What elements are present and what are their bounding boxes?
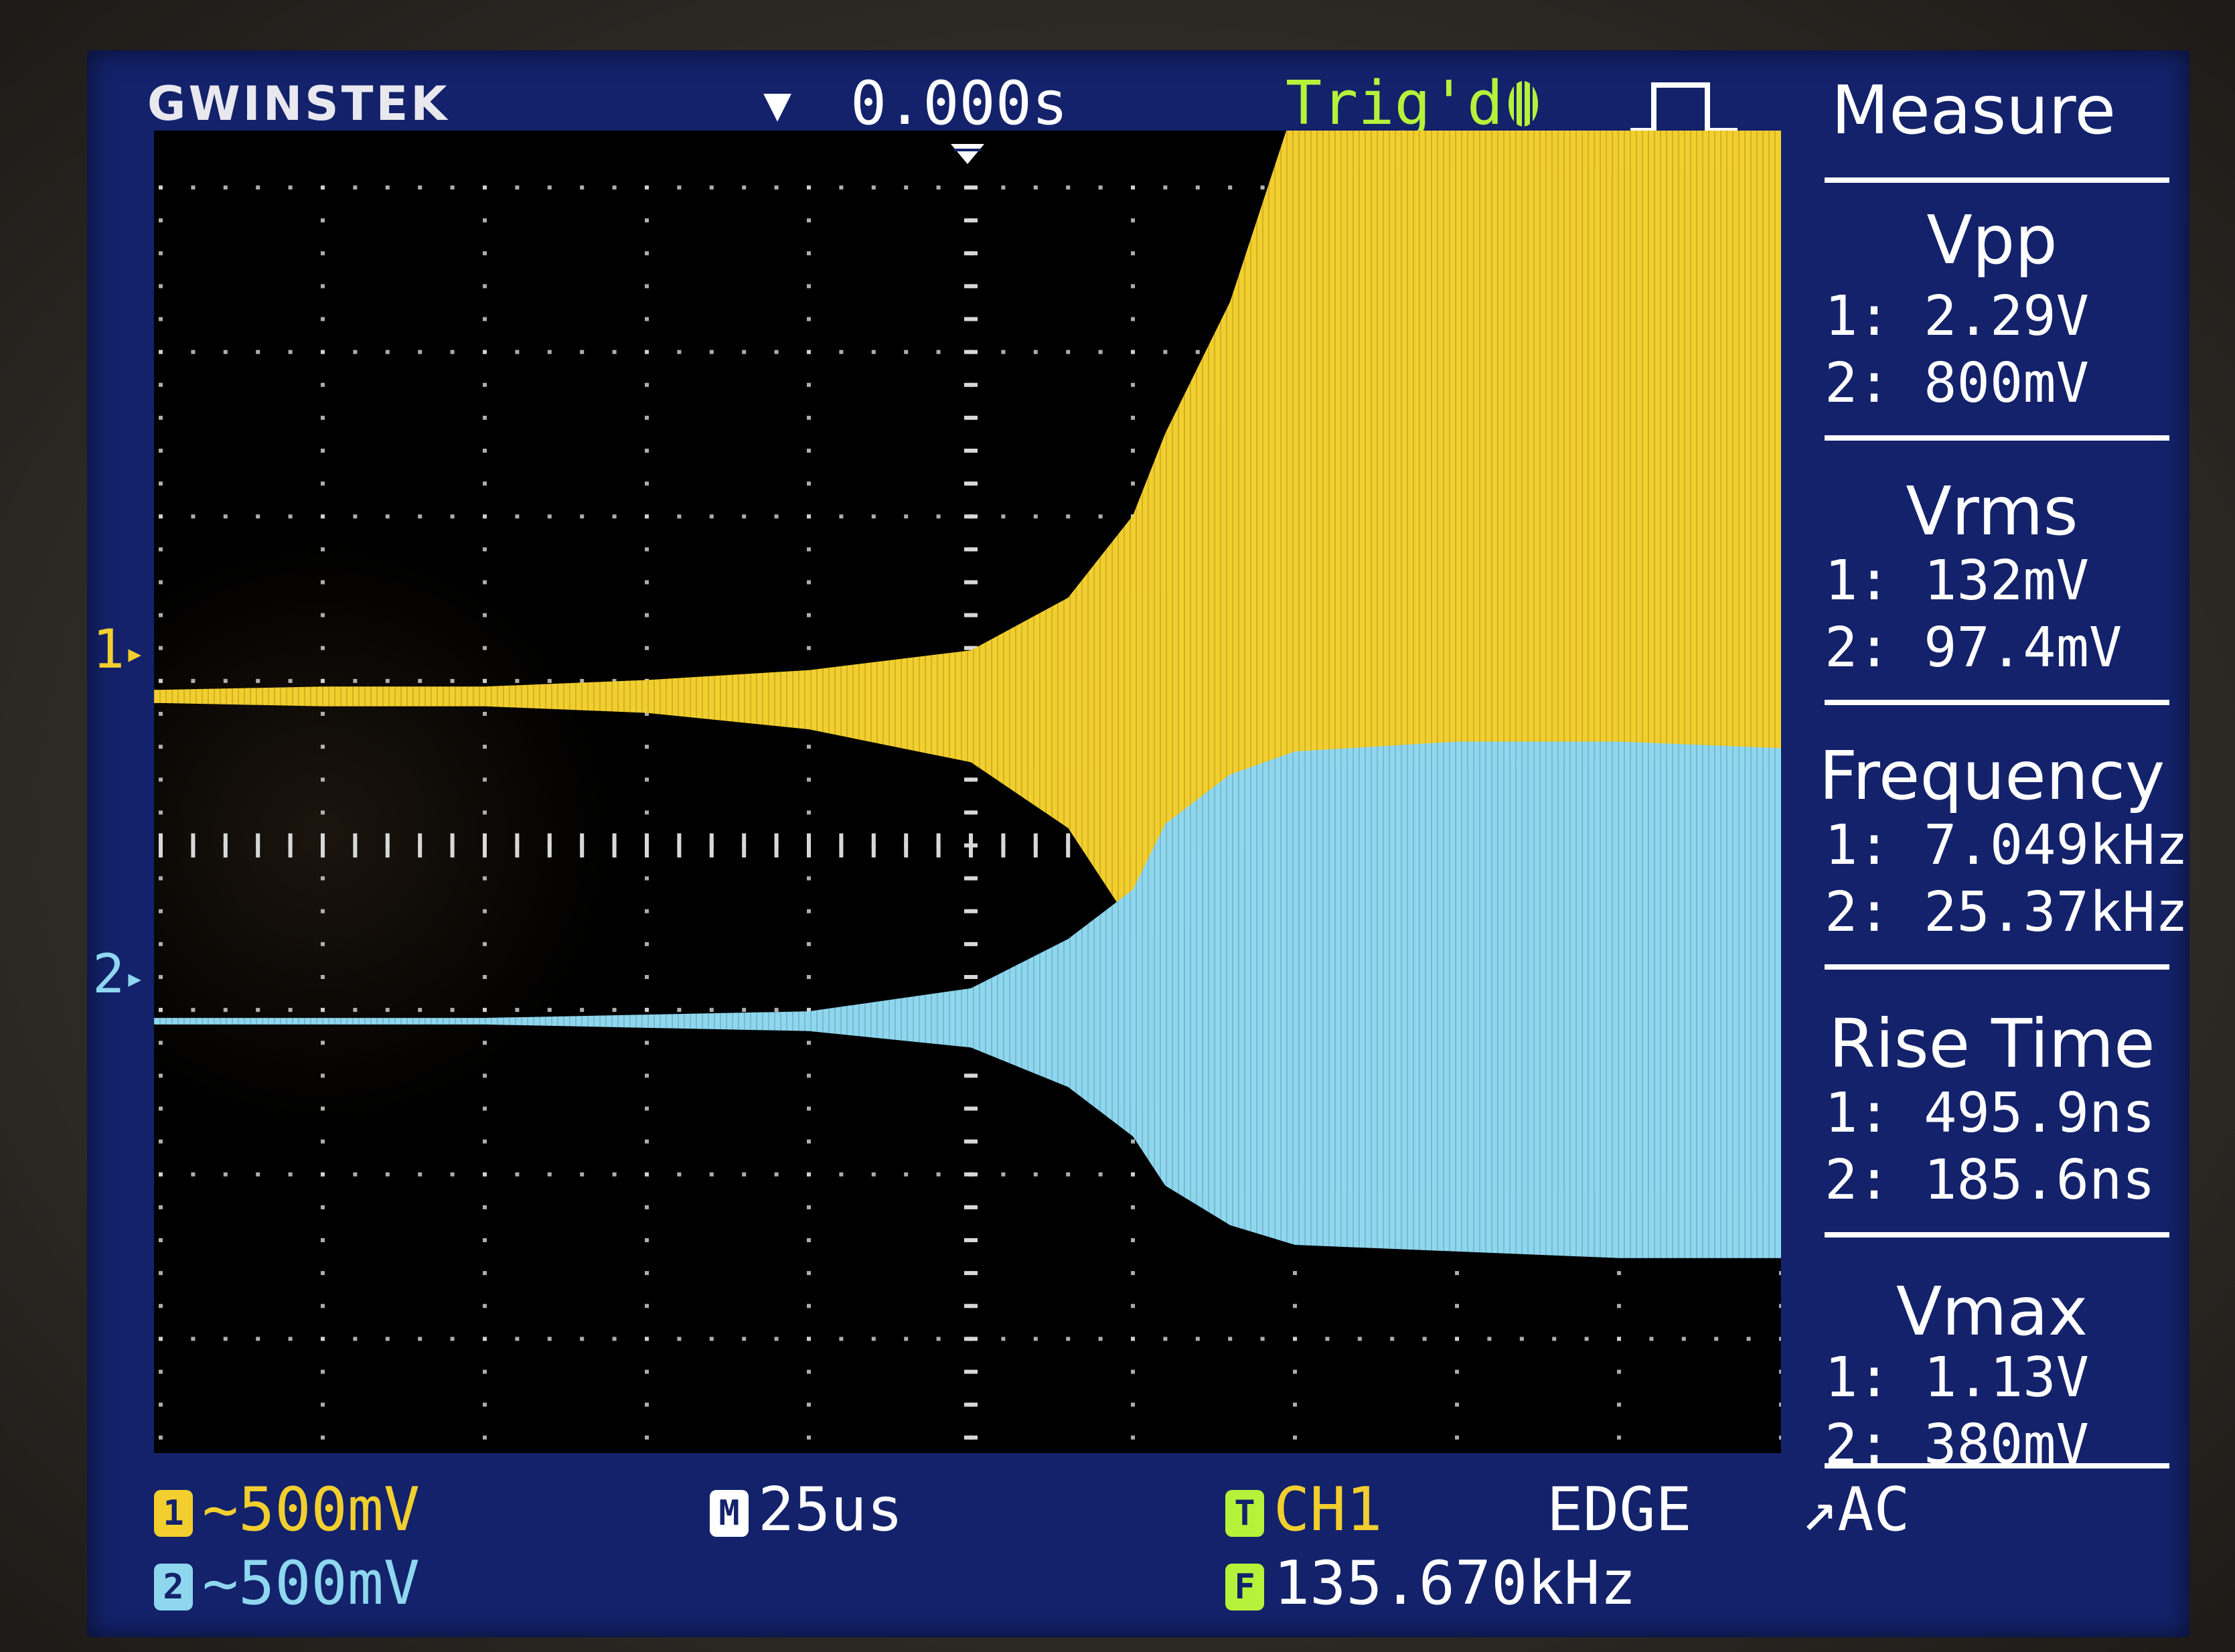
- trigger-time-marker: [951, 144, 984, 164]
- measure-separator: [1825, 435, 2169, 441]
- status-bar: 1 ~500mV 2 ~500mV M 25us T CH1 EDGE ↗AC F 135…: [154, 1453, 2163, 1627]
- measure-risetime-name: Rise Time: [1829, 1004, 2155, 1083]
- trigger-coupling-value: AC: [1837, 1475, 1910, 1545]
- brand-logo: GWINSTEK: [147, 76, 450, 131]
- ch2-marker-label: 2: [92, 943, 125, 1005]
- timebase-value: 25us: [758, 1475, 903, 1545]
- plot-edge: [1781, 131, 1788, 1453]
- measure-vrms-name: Vrms: [1906, 472, 2078, 550]
- time-offset-readout: 0.000s: [850, 68, 1069, 139]
- oscilloscope-screen: GWINSTEK ▼ 0.000s Trig'd 1▸ 2▸ Measure V…: [87, 50, 2189, 1637]
- trigger-type: EDGE: [1547, 1475, 1692, 1545]
- measure-risetime-ch1: 1: 495.9ns: [1825, 1081, 2155, 1145]
- timebase-readout: M 25us: [710, 1480, 903, 1540]
- measure-frequency-name: Frequency: [1819, 737, 2165, 815]
- frequency-badge-icon: F: [1225, 1564, 1264, 1611]
- measure-separator: [1825, 964, 2169, 970]
- trigger-source-readout: T CH1: [1225, 1480, 1383, 1540]
- ch2-marker-arrow: ▸: [125, 958, 145, 998]
- ch1-scale-readout: 1 ~500mV: [154, 1480, 420, 1540]
- trigger-frequency-readout: F 135.670kHz: [1225, 1554, 1636, 1614]
- ch1-scale-value: ~500mV: [202, 1475, 420, 1545]
- measure-vpp-name: Vpp: [1926, 201, 2058, 279]
- ch2-scale-readout: 2 ~500mV: [154, 1554, 420, 1614]
- timebase-badge-icon: M: [710, 1490, 749, 1537]
- ch2-badge-icon: 2: [154, 1564, 193, 1611]
- ch1-badge-icon: 1: [154, 1490, 193, 1537]
- measure-separator: [1825, 1232, 2169, 1237]
- measure-vpp-ch1: 1: 2.29V: [1825, 285, 2089, 348]
- waveform-display: [154, 131, 1788, 1453]
- measure-vmax-name: Vmax: [1896, 1272, 2088, 1351]
- trigger-position-icon: ▼: [763, 76, 792, 131]
- measure-risetime-ch2: 2: 185.6ns: [1825, 1148, 2155, 1212]
- ch2-scale-value: ~500mV: [202, 1548, 420, 1619]
- oscilloscope-bezel: GWINSTEK ▼ 0.000s Trig'd 1▸ 2▸ Measure V…: [0, 0, 2235, 1652]
- ch2-ground-marker: 2▸: [92, 948, 145, 1001]
- trigger-source-value: CH1: [1274, 1475, 1383, 1545]
- ch1-marker-label: 1: [92, 618, 125, 680]
- measure-frequency-ch1: 1: 7.049kHz: [1825, 814, 2189, 877]
- rising-edge-icon: ↗: [1801, 1475, 1838, 1545]
- trigger-coupling-readout: ↗AC: [1801, 1480, 1910, 1540]
- measure-separator: [1825, 177, 2169, 183]
- trigger-badge-icon: T: [1225, 1490, 1264, 1537]
- pulse-waveform-icon: [1630, 82, 1738, 133]
- measure-vpp-ch2: 2: 800mV: [1825, 352, 2089, 415]
- ch1-marker-arrow: ▸: [125, 633, 145, 673]
- measure-vrms-ch2: 2: 97.4mV: [1825, 616, 2123, 680]
- trigger-frequency-value: 135.670kHz: [1274, 1548, 1636, 1619]
- measure-title: Measure: [1831, 71, 2116, 149]
- measure-panel: Measure Vpp 1: 2.29V 2: 800mV Vrms 1: 13…: [1798, 50, 2189, 1477]
- trigger-run-icon: [1509, 81, 1538, 127]
- trigger-status: Trig'd: [1286, 68, 1504, 139]
- measure-vmax-ch1: 1: 1.13V: [1825, 1346, 2089, 1410]
- ch1-ground-marker: 1▸: [92, 623, 145, 676]
- measure-frequency-ch2: 2: 25.37kHz: [1825, 881, 2189, 944]
- measure-separator: [1825, 700, 2169, 705]
- waveform-plot: [154, 131, 1788, 1453]
- measure-vrms-ch1: 1: 132mV: [1825, 549, 2089, 613]
